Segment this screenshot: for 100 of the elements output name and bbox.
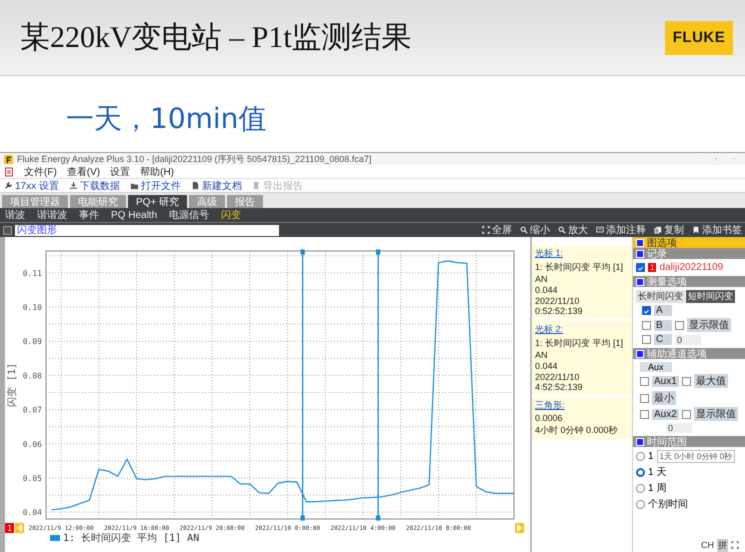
status-label: CH xyxy=(701,540,714,550)
toolbar-button[interactable]: 下载数据 xyxy=(68,178,120,192)
checkbox[interactable] xyxy=(682,376,691,386)
channel-label: B xyxy=(654,320,672,330)
slide-subtitle: 一天，10min值 xyxy=(65,101,268,137)
document-icon xyxy=(252,181,261,190)
checkbox[interactable] xyxy=(642,320,651,330)
subtab[interactable]: 谐谐波 xyxy=(37,208,67,222)
checkbox[interactable] xyxy=(642,335,651,344)
value-field[interactable]: 0 xyxy=(666,423,692,433)
toolbar-button[interactable]: 添加书签 xyxy=(692,223,742,237)
window-title: Fluke Energy Analyze Plus 3.10 - [daliji20221109 (序列号 50547815)_221109_0808.fca7] xyxy=(17,152,372,166)
readout-series: 1: 长时间闪变 平均 [1] AN xyxy=(535,261,624,284)
axis-title: 闪变 [1] xyxy=(7,362,18,408)
axis-label: 0.04 xyxy=(22,508,42,518)
axis-label: 0.08 xyxy=(22,371,42,380)
menu-item[interactable]: 文件(F) xyxy=(24,164,57,178)
option-label: 1 周 xyxy=(648,482,666,495)
option-label: 个别时间 xyxy=(648,498,688,511)
header-label: 时间范围 xyxy=(647,436,687,448)
readout-time: 2022/11/10 0:52:52:139 xyxy=(535,296,584,316)
toolbar-button[interactable]: 放大 xyxy=(558,223,588,237)
right-arrow-icon xyxy=(515,523,524,533)
checkbox[interactable] xyxy=(640,376,649,386)
checkbox[interactable] xyxy=(682,410,691,418)
check-icon xyxy=(643,308,650,315)
collapse-icon[interactable] xyxy=(636,278,644,286)
toolbar-button[interactable]: 17xx 设置 xyxy=(4,178,59,192)
readout-title: 光标 2: xyxy=(535,323,564,336)
toolbar-button[interactable]: 缩小 xyxy=(520,223,550,237)
header-label: 测量选项 xyxy=(647,276,687,288)
axis-label: 0.11 xyxy=(22,268,42,278)
channel-label: Aux1 xyxy=(652,376,679,386)
readout-time: 4小时 0分钟 0.000秒 xyxy=(535,424,619,437)
axis-label: 0.06 xyxy=(22,440,42,449)
toolbar-button[interactable]: 新建文档 xyxy=(190,178,242,192)
duration-dropdown[interactable]: 1天 0小时 0分钟 0秒 xyxy=(656,450,736,463)
tab[interactable]: 短时间闪变 xyxy=(686,290,735,303)
tab[interactable]: PQ+ 研究 xyxy=(128,195,188,208)
option-label: 显示限值 xyxy=(694,407,738,421)
option-label: 1 天 xyxy=(648,466,666,479)
menu-item[interactable]: 查看(V) xyxy=(66,164,100,178)
note-icon xyxy=(596,226,604,234)
readout-title: 光标 1: xyxy=(535,247,564,260)
collapse-icon[interactable] xyxy=(636,350,644,358)
subtab[interactable]: PQ Health xyxy=(111,210,158,220)
checkbox[interactable] xyxy=(640,394,649,402)
document-icon xyxy=(190,181,200,190)
brand-logo: FLUKE xyxy=(665,20,733,54)
checkbox[interactable] xyxy=(642,306,651,315)
option-label: 1 xyxy=(648,451,654,462)
badge-label: 1 xyxy=(7,524,12,533)
value-field[interactable]: 0 xyxy=(675,334,701,344)
channel-label: Aux2 xyxy=(652,408,679,420)
option-label: 最小 xyxy=(652,391,676,405)
subtab[interactable]: 电源信号 xyxy=(169,208,210,222)
search-icon xyxy=(520,226,528,234)
left-arrow-icon xyxy=(15,523,24,533)
toolbar-button[interactable]: 添加注释 xyxy=(596,223,646,237)
fullscreen-icon xyxy=(731,541,739,549)
checkbox[interactable] xyxy=(3,226,12,234)
tab[interactable]: 长时间闪变 xyxy=(636,290,685,303)
fullscreen-icon xyxy=(482,226,490,234)
cursor-badge xyxy=(5,523,14,533)
option-label: 最大值 xyxy=(694,374,728,388)
radio-button[interactable] xyxy=(636,484,645,492)
status-label: 拼 xyxy=(717,538,728,552)
checkbox[interactable] xyxy=(675,320,684,330)
checkbox[interactable] xyxy=(636,263,645,272)
axis-label: 0.07 xyxy=(22,406,42,415)
subtab[interactable]: 闪变 xyxy=(221,208,242,222)
radio-button[interactable] xyxy=(636,452,645,461)
subtab[interactable]: 事件 xyxy=(79,208,99,222)
readout-value: 0.044 xyxy=(535,361,559,371)
toolbar-button[interactable]: 复制 xyxy=(654,223,684,237)
wrench-icon xyxy=(4,181,13,190)
header-label: 记录 xyxy=(647,247,667,260)
readout-title: 三角形: xyxy=(535,399,566,412)
menu-item[interactable]: 帮助(H) xyxy=(140,164,174,178)
collapse-icon[interactable] xyxy=(636,438,644,446)
checkbox[interactable] xyxy=(640,410,649,418)
menu-item[interactable]: 设置 xyxy=(110,164,130,178)
header-label: 辅助通道选项 xyxy=(647,348,707,360)
legend-swatch xyxy=(50,535,60,541)
readout-value: 0.0006 xyxy=(535,413,564,423)
toolbar-button[interactable]: 打开文件 xyxy=(130,178,181,192)
channel-label: A xyxy=(654,305,672,316)
search-icon xyxy=(558,226,566,234)
subtab[interactable]: 谐波 xyxy=(5,208,25,222)
radio-button[interactable] xyxy=(636,468,645,476)
readout-series: 1: 长时间闪变 平均 [1] AN xyxy=(535,337,624,360)
radio-button[interactable] xyxy=(636,500,645,508)
axis-label: 0.09 xyxy=(22,337,42,346)
toolbar-button[interactable]: 全屏 xyxy=(482,223,512,237)
aux-button[interactable]: Aux xyxy=(640,362,672,372)
search-field[interactable]: 闪变图形 xyxy=(15,224,279,236)
copy-icon xyxy=(654,226,662,234)
slide-title: 某220kV变电站 – P1t监测结果 xyxy=(20,20,412,56)
section-header[interactable]: 图选项 xyxy=(633,237,745,248)
readout-time: 2022/11/10 4:52:52:139 xyxy=(535,372,584,392)
